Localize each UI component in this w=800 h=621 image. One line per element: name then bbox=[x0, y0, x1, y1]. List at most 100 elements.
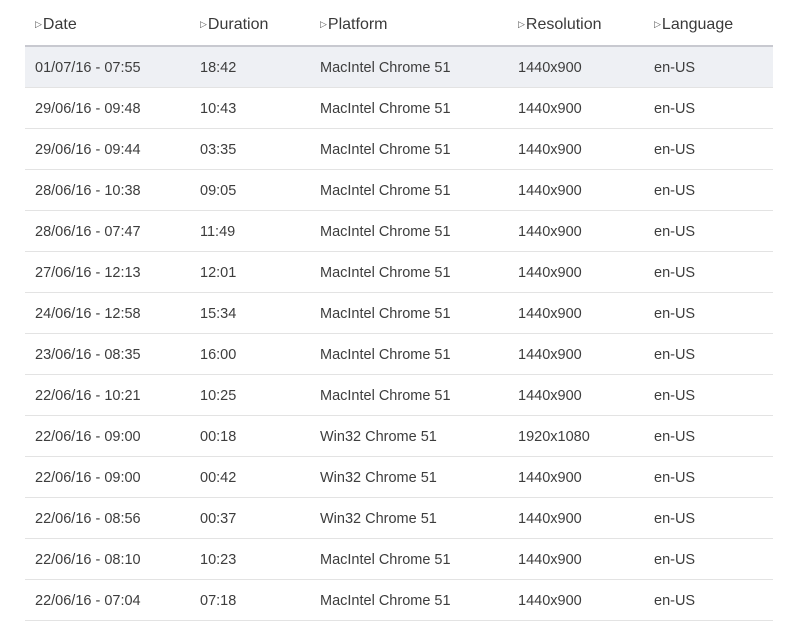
cell-language: en-US bbox=[654, 388, 696, 404]
cell-resolution: 1440x900 bbox=[518, 142, 582, 158]
cell-resolution: 1440x900 bbox=[518, 224, 582, 240]
table-row[interactable]: 29/06/16 - 09:48 10:43 MacIntel Chrome 51 1… bbox=[25, 88, 773, 129]
cell-date: 24/06/16 - 12:58 bbox=[35, 306, 141, 322]
table-row[interactable]: 29/06/16 - 09:44 03:35 MacIntel Chrome 51 1… bbox=[25, 129, 773, 170]
cell-platform: MacIntel Chrome 51 bbox=[320, 101, 451, 117]
cell-date: 29/06/16 - 09:48 bbox=[35, 101, 141, 117]
cell-date: 22/06/16 - 08:10 bbox=[35, 552, 141, 568]
cell-duration: 00:18 bbox=[200, 429, 237, 445]
table-header: ▷Date ▷Duration ▷Platform ▷Resolution ▷L… bbox=[25, 0, 773, 47]
cell-platform: MacIntel Chrome 51 bbox=[320, 60, 451, 76]
cell-language: en-US bbox=[654, 593, 696, 609]
cell-duration: 03:35 bbox=[200, 142, 237, 158]
column-header-label: Date bbox=[42, 16, 77, 33]
cell-date: 01/07/16 - 07:55 bbox=[35, 60, 141, 76]
cell-resolution: 1440x900 bbox=[518, 511, 582, 527]
cell-date: 28/06/16 - 07:47 bbox=[35, 224, 141, 240]
cell-platform: Win32 Chrome 51 bbox=[320, 470, 437, 486]
cell-date: 22/06/16 - 09:00 bbox=[35, 429, 141, 445]
table-row[interactable]: 22/06/16 - 10:21 10:25 MacIntel Chrome 51 1… bbox=[25, 375, 773, 416]
cell-platform: MacIntel Chrome 51 bbox=[320, 142, 451, 158]
table-row[interactable]: 22/06/16 - 09:00 00:18 Win32 Chrome 51 1920… bbox=[25, 416, 773, 457]
cell-duration: 15:34 bbox=[200, 306, 237, 322]
cell-language: en-US bbox=[654, 552, 696, 568]
cell-resolution: 1440x900 bbox=[518, 60, 582, 76]
cell-platform: MacIntel Chrome 51 bbox=[320, 183, 451, 199]
sort-triangle-icon: ▷ bbox=[35, 19, 42, 29]
cell-resolution: 1440x900 bbox=[518, 552, 582, 568]
sort-triangle-icon: ▷ bbox=[654, 19, 661, 29]
column-header-label: Duration bbox=[207, 16, 269, 33]
cell-duration: 00:42 bbox=[200, 470, 237, 486]
column-header-platform[interactable]: ▷Platform bbox=[320, 16, 388, 34]
table-row[interactable]: 24/06/16 - 12:58 15:34 MacIntel Chrome 51 1… bbox=[25, 293, 773, 334]
cell-resolution: 1920x1080 bbox=[518, 429, 590, 445]
cell-duration: 00:37 bbox=[200, 511, 237, 527]
cell-platform: MacIntel Chrome 51 bbox=[320, 552, 451, 568]
column-header-date[interactable]: ▷Date bbox=[35, 16, 77, 34]
cell-language: en-US bbox=[654, 183, 696, 199]
column-header-label: Resolution bbox=[525, 16, 602, 33]
cell-resolution: 1440x900 bbox=[518, 593, 582, 609]
cell-platform: Win32 Chrome 51 bbox=[320, 511, 437, 527]
table-row[interactable]: 28/06/16 - 10:38 09:05 MacIntel Chrome 51 1… bbox=[25, 170, 773, 211]
cell-platform: MacIntel Chrome 51 bbox=[320, 265, 451, 281]
cell-platform: MacIntel Chrome 51 bbox=[320, 347, 451, 363]
cell-date: 27/06/16 - 12:13 bbox=[35, 265, 141, 281]
column-header-duration[interactable]: ▷Duration bbox=[200, 16, 268, 34]
cell-platform: MacIntel Chrome 51 bbox=[320, 306, 451, 322]
cell-resolution: 1440x900 bbox=[518, 306, 582, 322]
column-header-label: Platform bbox=[327, 16, 388, 33]
table-row[interactable]: 28/06/16 - 07:47 11:49 MacIntel Chrome 51 1… bbox=[25, 211, 773, 252]
sort-triangle-icon: ▷ bbox=[200, 19, 207, 29]
cell-date: 29/06/16 - 09:44 bbox=[35, 142, 141, 158]
cell-resolution: 1440x900 bbox=[518, 388, 582, 404]
cell-date: 22/06/16 - 10:21 bbox=[35, 388, 141, 404]
table-row[interactable]: 23/06/16 - 08:35 16:00 MacIntel Chrome 51 1… bbox=[25, 334, 773, 375]
cell-duration: 18:42 bbox=[200, 60, 237, 76]
cell-language: en-US bbox=[654, 224, 696, 240]
cell-resolution: 1440x900 bbox=[518, 183, 582, 199]
table-row[interactable]: 22/06/16 - 09:00 00:42 Win32 Chrome 51 1440… bbox=[25, 457, 773, 498]
cell-language: en-US bbox=[654, 470, 696, 486]
table-row[interactable]: 01/07/16 - 07:55 18:42 MacIntel Chrome 51 1… bbox=[25, 47, 773, 88]
cell-resolution: 1440x900 bbox=[518, 265, 582, 281]
column-header-label: Language bbox=[661, 16, 734, 33]
cell-language: en-US bbox=[654, 306, 696, 322]
cell-date: 22/06/16 - 09:00 bbox=[35, 470, 141, 486]
cell-language: en-US bbox=[654, 511, 696, 527]
cell-duration: 09:05 bbox=[200, 183, 237, 199]
cell-resolution: 1440x900 bbox=[518, 347, 582, 363]
cell-duration: 12:01 bbox=[200, 265, 237, 281]
cell-language: en-US bbox=[654, 142, 696, 158]
cell-language: en-US bbox=[654, 265, 696, 281]
cell-language: en-US bbox=[654, 429, 696, 445]
cell-platform: MacIntel Chrome 51 bbox=[320, 593, 451, 609]
sessions-table: ▷Date ▷Duration ▷Platform ▷Resolution ▷L… bbox=[25, 0, 773, 621]
table-row[interactable]: 22/06/16 - 08:10 10:23 MacIntel Chrome 51 1… bbox=[25, 539, 773, 580]
cell-date: 22/06/16 - 07:04 bbox=[35, 593, 141, 609]
cell-language: en-US bbox=[654, 60, 696, 76]
column-header-language[interactable]: ▷Language bbox=[654, 16, 733, 34]
table-body: 01/07/16 - 07:55 18:42 MacIntel Chrome 51 1… bbox=[25, 47, 773, 621]
cell-duration: 11:49 bbox=[200, 224, 236, 240]
cell-platform: Win32 Chrome 51 bbox=[320, 429, 437, 445]
cell-duration: 10:43 bbox=[200, 101, 237, 117]
cell-resolution: 1440x900 bbox=[518, 470, 582, 486]
cell-duration: 16:00 bbox=[200, 347, 237, 363]
cell-duration: 10:23 bbox=[200, 552, 237, 568]
cell-language: en-US bbox=[654, 101, 696, 117]
cell-platform: MacIntel Chrome 51 bbox=[320, 224, 451, 240]
cell-duration: 10:25 bbox=[200, 388, 237, 404]
table-row[interactable]: 22/06/16 - 07:04 07:18 MacIntel Chrome 51 1… bbox=[25, 580, 773, 621]
cell-date: 22/06/16 - 08:56 bbox=[35, 511, 141, 527]
cell-resolution: 1440x900 bbox=[518, 101, 582, 117]
cell-date: 23/06/16 - 08:35 bbox=[35, 347, 141, 363]
table-row[interactable]: 22/06/16 - 08:56 00:37 Win32 Chrome 51 1440… bbox=[25, 498, 773, 539]
sort-triangle-icon: ▷ bbox=[518, 19, 525, 29]
cell-platform: MacIntel Chrome 51 bbox=[320, 388, 451, 404]
sort-triangle-icon: ▷ bbox=[320, 19, 327, 29]
table-row[interactable]: 27/06/16 - 12:13 12:01 MacIntel Chrome 51 1… bbox=[25, 252, 773, 293]
cell-language: en-US bbox=[654, 347, 696, 363]
column-header-resolution[interactable]: ▷Resolution bbox=[518, 16, 602, 34]
